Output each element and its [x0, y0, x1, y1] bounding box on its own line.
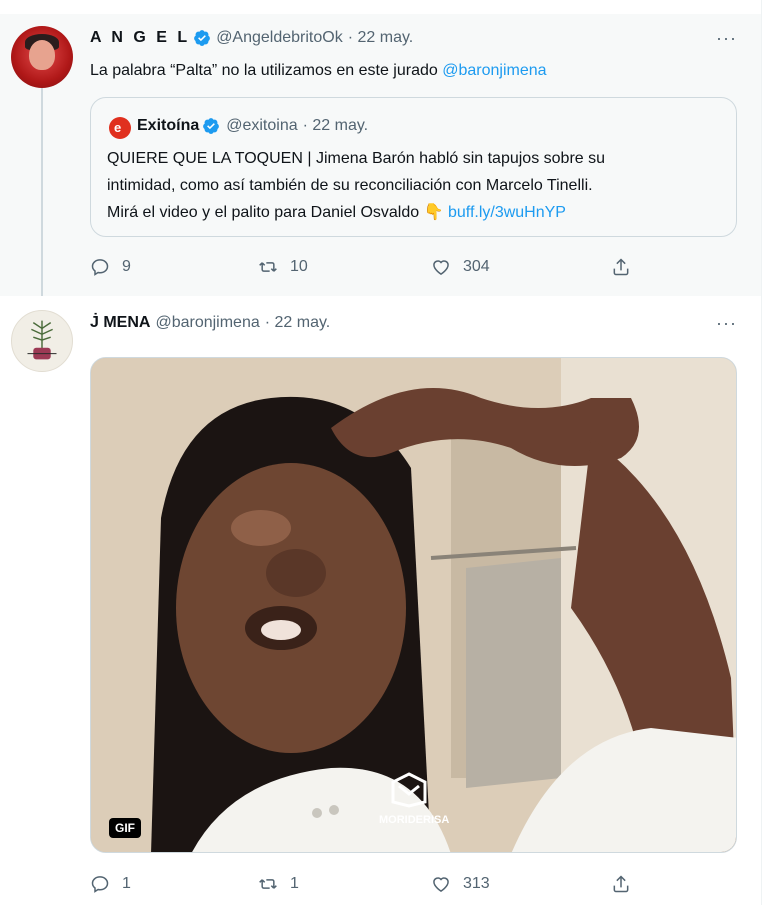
retweet-count: 1 — [290, 875, 299, 892]
share-icon — [613, 258, 629, 276]
avatar-angel[interactable] — [11, 26, 73, 88]
quoted-handle: @exitoina — [226, 117, 298, 134]
retweet-icon — [259, 262, 277, 272]
reply-icon — [91, 876, 109, 893]
timeline-right-border — [761, 0, 767, 905]
handle[interactable]: @baronjimena — [155, 314, 259, 332]
watermark-logo-icon — [391, 772, 427, 808]
gif-media[interactable]: MORIDERISA GIF — [90, 357, 737, 853]
more-options-icon[interactable]: ··· — [716, 313, 737, 334]
share-button[interactable] — [611, 257, 643, 277]
avatar-exitoina[interactable]: e — [109, 117, 131, 139]
verified-badge-icon — [194, 30, 211, 46]
retweet-icon — [259, 879, 277, 889]
like-button[interactable]: 313 — [431, 874, 490, 894]
reply-button[interactable]: 9 — [90, 257, 131, 277]
tweet-text: La palabra “Palta” no la utilizamos en e… — [90, 62, 438, 79]
quoted-url-link[interactable]: buff.ly/3wuHnYP — [448, 204, 566, 221]
retweet-count: 10 — [290, 258, 308, 275]
thread-connector-line — [41, 88, 43, 298]
quoted-tweet-text: QUIERE QUE LA TOQUEN | Jimena Barón habl… — [107, 145, 605, 226]
display-name[interactable]: J̇ MENA — [90, 314, 150, 332]
gif-badge: GIF — [109, 818, 141, 838]
more-options-icon[interactable]: ··· — [716, 28, 737, 49]
timestamp[interactable]: · 22 may. — [265, 314, 331, 332]
plant-illustration-icon — [27, 320, 57, 360]
reply-icon — [91, 259, 109, 276]
share-icon — [613, 875, 629, 893]
quoted-display-name[interactable]: Exitoína — [137, 117, 199, 135]
like-button[interactable]: 304 — [431, 257, 490, 277]
quoted-text-line: intimidad, como así también de su reconc… — [107, 177, 593, 194]
top-strip — [0, 0, 767, 14]
tweet-angel-header: A N G E L @AngeldebritoOk · 22 may. — [90, 29, 413, 47]
avatar-face — [29, 40, 55, 70]
heart-icon — [433, 877, 449, 892]
like-count: 313 — [463, 875, 490, 892]
quoted-timestamp: · 22 may. — [302, 117, 369, 134]
reply-count: 9 — [122, 258, 131, 275]
mention-link[interactable]: @baronjimena — [442, 62, 546, 79]
retweet-button[interactable]: 10 — [258, 257, 308, 277]
display-name[interactable]: A N G E L — [90, 29, 190, 47]
quoted-tweet-header: Exitoína @exitoina · 22 may. — [137, 117, 368, 135]
quoted-text-line: QUIERE QUE LA TOQUEN | Jimena Barón habl… — [107, 150, 606, 167]
pointing-down-emoji: 👇 — [423, 204, 444, 221]
timestamp[interactable]: · 22 may. — [348, 29, 414, 47]
quoted-tweet[interactable]: e Exitoína @exitoina · 22 may. QUIERE QU… — [90, 97, 737, 237]
tweet-angel-text: La palabra “Palta” no la utilizamos en e… — [90, 58, 547, 84]
reply-count: 1 — [122, 875, 131, 892]
quoted-text-line: Mirá el video y el palito para Daniel Os… — [107, 199, 605, 226]
like-count: 304 — [463, 258, 490, 275]
retweet-button[interactable]: 1 — [258, 874, 299, 894]
reply-button[interactable]: 1 — [90, 874, 131, 894]
handle[interactable]: @AngeldebritoOk — [216, 29, 343, 47]
avatar-jmena[interactable] — [11, 310, 73, 372]
verified-badge-icon — [203, 118, 220, 134]
watermark-text: MORIDERISA — [379, 814, 450, 826]
quoted-text-line3: Mirá el video y el palito para Daniel Os… — [107, 204, 420, 221]
heart-icon — [433, 260, 449, 275]
share-button[interactable] — [611, 874, 643, 894]
tweet-jmena-header: J̇ MENA @baronjimena · 22 may. — [90, 314, 330, 332]
